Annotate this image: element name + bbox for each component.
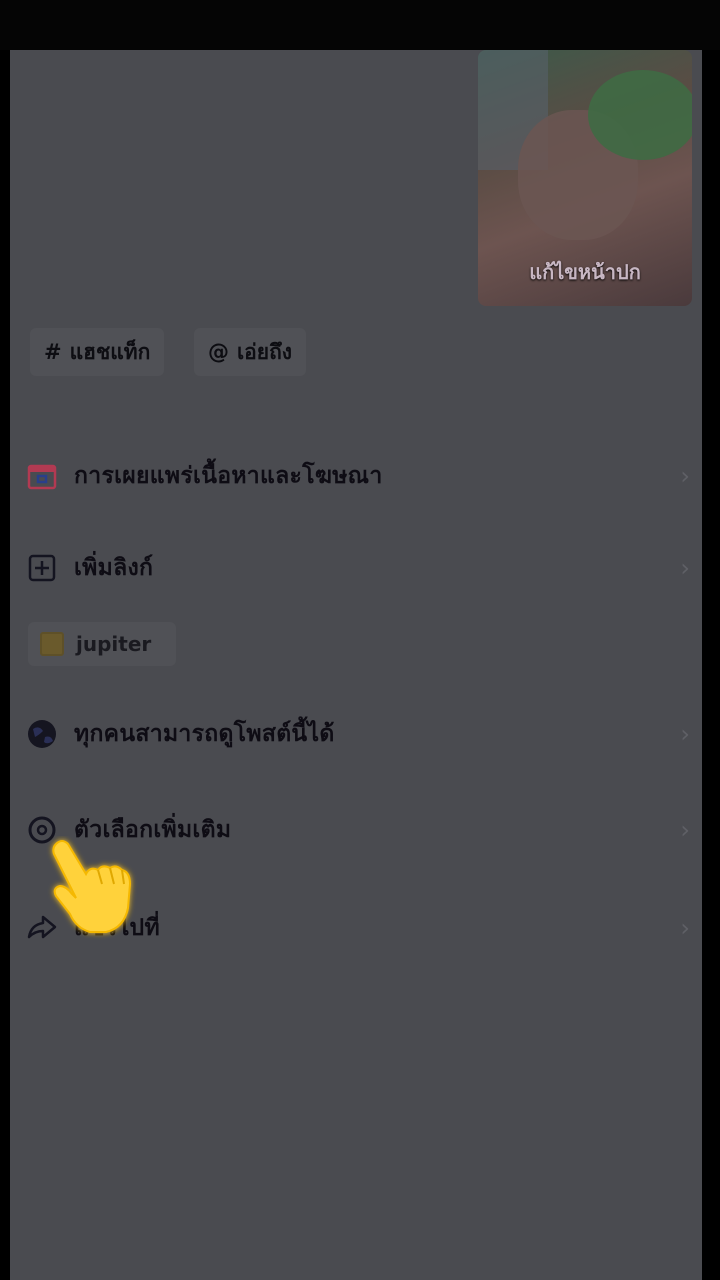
hashtag-icon: # (44, 340, 62, 364)
pointing-hand-icon (46, 836, 138, 940)
menu-item-label: ทุกคนสามารถดูโพสต์นี้ได้ (74, 721, 335, 747)
add-link-icon (24, 550, 60, 586)
menu-item-label: เพิ่มลิงก์ (74, 555, 154, 581)
cover-thumbnail[interactable]: แก้ไขหน้าปก (478, 50, 692, 306)
mention-label: เอ่ยถึง (237, 339, 293, 364)
cover-image-shape (588, 70, 692, 160)
top-bar (0, 0, 720, 50)
menu-item-label: การเผยแพร่เนื้อหาและโฆษณา (74, 463, 383, 489)
menu-item-privacy[interactable]: ทุกคนสามารถดูโพสต์นี้ได้ › (10, 704, 702, 764)
chevron-right-icon: › (680, 720, 690, 748)
menu-item-content-disclosure[interactable]: การเผยแพร่เนื้อหาและโฆษณา › (10, 446, 702, 506)
chevron-right-icon: › (680, 554, 690, 582)
menu-item-add-link[interactable]: เพิ่มลิงก์ › (10, 538, 702, 598)
promotion-icon (24, 458, 60, 494)
edit-cover-label[interactable]: แก้ไขหน้าปก (478, 256, 692, 288)
chevron-right-icon: › (680, 816, 690, 844)
hashtag-label: แฮชแท็ก (69, 339, 151, 364)
link-app-icon (40, 632, 64, 656)
chevron-right-icon: › (680, 914, 690, 942)
mention-button[interactable]: @ เอ่ยถึง (194, 328, 307, 376)
linked-item-chip[interactable]: jupiter (28, 622, 176, 666)
chevron-right-icon: › (680, 462, 690, 490)
globe-icon (24, 716, 60, 752)
linked-item-label: jupiter (76, 632, 152, 656)
hashtag-button[interactable]: # แฮชแท็ก (30, 328, 165, 376)
mention-icon: @ (208, 340, 229, 364)
